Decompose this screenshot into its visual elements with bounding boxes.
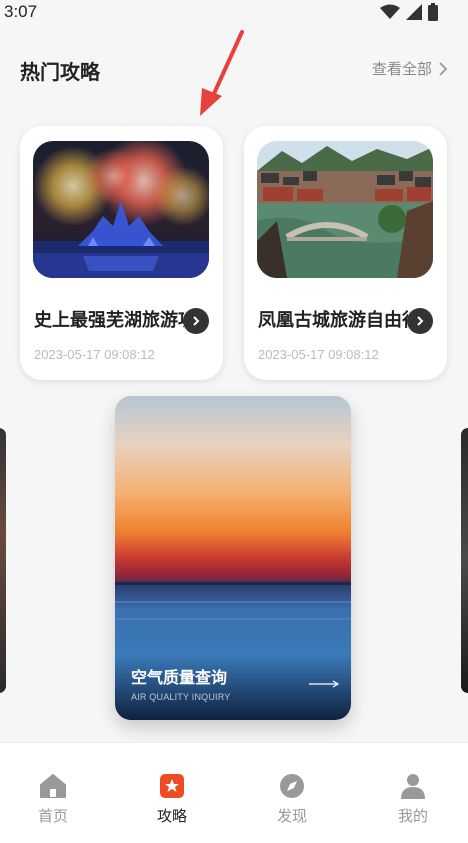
- nav-label: 首页: [37, 807, 68, 825]
- chevron-right-icon: [417, 316, 424, 326]
- guide-date: 2023-05-17 09:08:12: [258, 347, 379, 362]
- status-bar: 3:07: [0, 0, 468, 26]
- feature-card-air-quality[interactable]: 空气质量查询 AIR QUALITY INQUIRY: [115, 396, 351, 720]
- guide-thumbnail-fireworks: [33, 141, 209, 278]
- nav-label: 发现: [276, 807, 307, 825]
- status-time: 3:07: [4, 2, 38, 21]
- carousel-prev-card[interactable]: [0, 428, 6, 693]
- bottom-nav: 首页 攻略 发现 我的: [0, 742, 468, 843]
- battery-icon: [428, 3, 438, 21]
- guide-title: 凤凰古城旅游自由行攻略: [258, 310, 408, 331]
- signal-icon: [406, 4, 422, 20]
- chevron-right-icon: [193, 316, 200, 326]
- nav-item-profile[interactable]: 我的: [383, 773, 443, 826]
- open-guide-button[interactable]: [407, 308, 433, 334]
- view-all-label: 查看全部: [371, 60, 432, 78]
- carousel-next-card[interactable]: [461, 428, 468, 693]
- annotation-arrow-icon: [200, 30, 244, 116]
- nav-item-home[interactable]: 首页: [23, 773, 83, 826]
- nav-item-guide[interactable]: 攻略: [142, 773, 202, 826]
- guide-card[interactable]: 凤凰古城旅游自由行攻略 2023-05-17 09:08:12: [244, 126, 447, 380]
- home-icon: [40, 774, 66, 798]
- guide-date: 2023-05-17 09:08:12: [34, 347, 155, 362]
- guide-thumbnail-ancient-town: [257, 141, 433, 278]
- status-icons: [380, 3, 438, 21]
- wifi-icon: [380, 4, 400, 19]
- guide-card[interactable]: 史上最强芜湖旅游攻略 2023-05-17 09:08:12: [20, 126, 223, 380]
- nav-item-discover[interactable]: 发现: [262, 773, 322, 826]
- section-title: 热门攻略: [20, 60, 100, 84]
- user-icon: [401, 774, 425, 799]
- nav-label: 我的: [397, 807, 428, 825]
- chevron-right-icon: [439, 61, 448, 76]
- guide-icon: [160, 774, 184, 798]
- feature-title: 空气质量查询: [131, 668, 228, 687]
- view-all-link[interactable]: 查看全部: [372, 58, 448, 79]
- feature-subtitle: AIR QUALITY INQUIRY: [131, 692, 231, 702]
- guide-title: 史上最强芜湖旅游攻略: [34, 310, 184, 331]
- arrow-right-icon: [309, 680, 339, 688]
- open-guide-button[interactable]: [183, 308, 209, 334]
- nav-label: 攻略: [156, 807, 187, 825]
- compass-icon: [280, 774, 304, 798]
